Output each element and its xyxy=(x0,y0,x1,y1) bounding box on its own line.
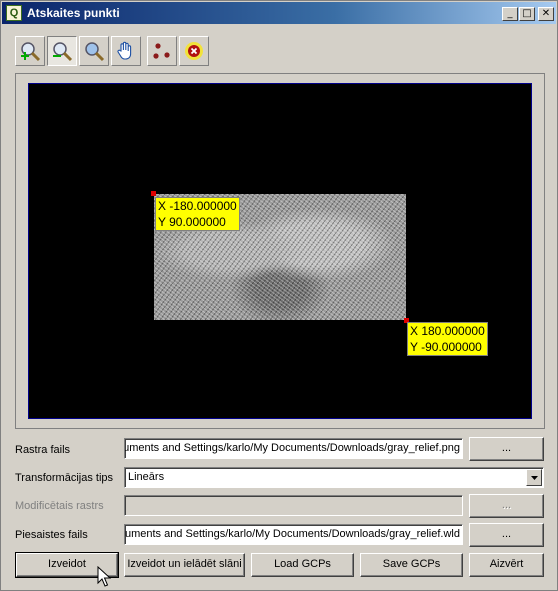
delete-point-button[interactable] xyxy=(179,36,209,66)
mouse-cursor-icon xyxy=(97,566,111,587)
hand-icon xyxy=(117,41,132,60)
gcp-marker[interactable] xyxy=(151,191,156,196)
georeferencer-window: Q Atskaites punkti X -180.000000 Y 90.00… xyxy=(0,0,558,591)
qgis-icon: Q xyxy=(6,5,22,21)
zoom-out-button[interactable] xyxy=(47,36,77,66)
modified-raster-field xyxy=(124,495,463,516)
zoom-to-layer-button[interactable] xyxy=(79,36,109,66)
map-canvas-frame: X -180.000000 Y 90.000000 X 180.000000 Y… xyxy=(15,73,545,429)
world-file-browse-button[interactable]: ... xyxy=(469,523,544,547)
modified-raster-browse-button: ... xyxy=(469,494,544,518)
maximize-button[interactable]: □ xyxy=(519,7,535,21)
world-file-label: Piesaistes fails xyxy=(15,529,88,541)
load-gcps-button[interactable]: Load GCPs xyxy=(251,553,354,577)
delete-point-icon xyxy=(185,42,203,60)
close-button-titlebar[interactable]: ✕ xyxy=(538,7,554,21)
transform-type-label: Transformācijas tips xyxy=(15,472,114,484)
close-button[interactable]: Aizvērt xyxy=(469,553,544,577)
gcp-y-label: Y 90.000000 xyxy=(158,215,226,229)
raster-file-label: Rastra fails xyxy=(15,444,71,456)
gcp-label: X 180.000000 Y -90.000000 xyxy=(407,322,488,356)
raster-file-field[interactable]: C:/Documents and Settings/karlo/My Docum… xyxy=(124,438,463,459)
zoom-out-icon xyxy=(53,42,73,62)
window-title: Atskaites punkti xyxy=(27,6,120,20)
save-gcps-button[interactable]: Save GCPs xyxy=(360,553,463,577)
modified-raster-label: Modificētais rastrs xyxy=(15,500,104,512)
pan-button[interactable] xyxy=(111,36,141,66)
zoom-layer-icon xyxy=(85,42,105,62)
gcp-x-label: X -180.000000 xyxy=(158,199,237,213)
transform-type-value: Lineārs xyxy=(128,471,165,483)
gcp-y-label: Y -90.000000 xyxy=(410,340,482,354)
raster-file-browse-button[interactable]: ... xyxy=(469,437,544,461)
add-point-button[interactable] xyxy=(147,36,177,66)
world-file-field[interactable]: C:/Documents and Settings/karlo/My Docum… xyxy=(124,524,463,545)
create-and-load-button[interactable]: Izveidot un ielādēt slāni xyxy=(124,553,245,577)
chevron-down-icon[interactable] xyxy=(526,469,542,486)
gcp-x-label: X 180.000000 xyxy=(410,324,485,338)
add-point-icon xyxy=(153,43,170,59)
title-bar[interactable]: Q Atskaites punkti xyxy=(2,2,556,24)
zoom-in-icon xyxy=(21,42,41,62)
map-toolbar xyxy=(15,36,211,66)
map-canvas[interactable]: X -180.000000 Y 90.000000 X 180.000000 Y… xyxy=(28,83,532,419)
zoom-in-button[interactable] xyxy=(15,36,45,66)
transform-type-select[interactable]: Lineārs xyxy=(124,467,544,488)
minimize-button[interactable]: _ xyxy=(502,7,518,21)
gcp-label: X -180.000000 Y 90.000000 xyxy=(155,197,240,231)
